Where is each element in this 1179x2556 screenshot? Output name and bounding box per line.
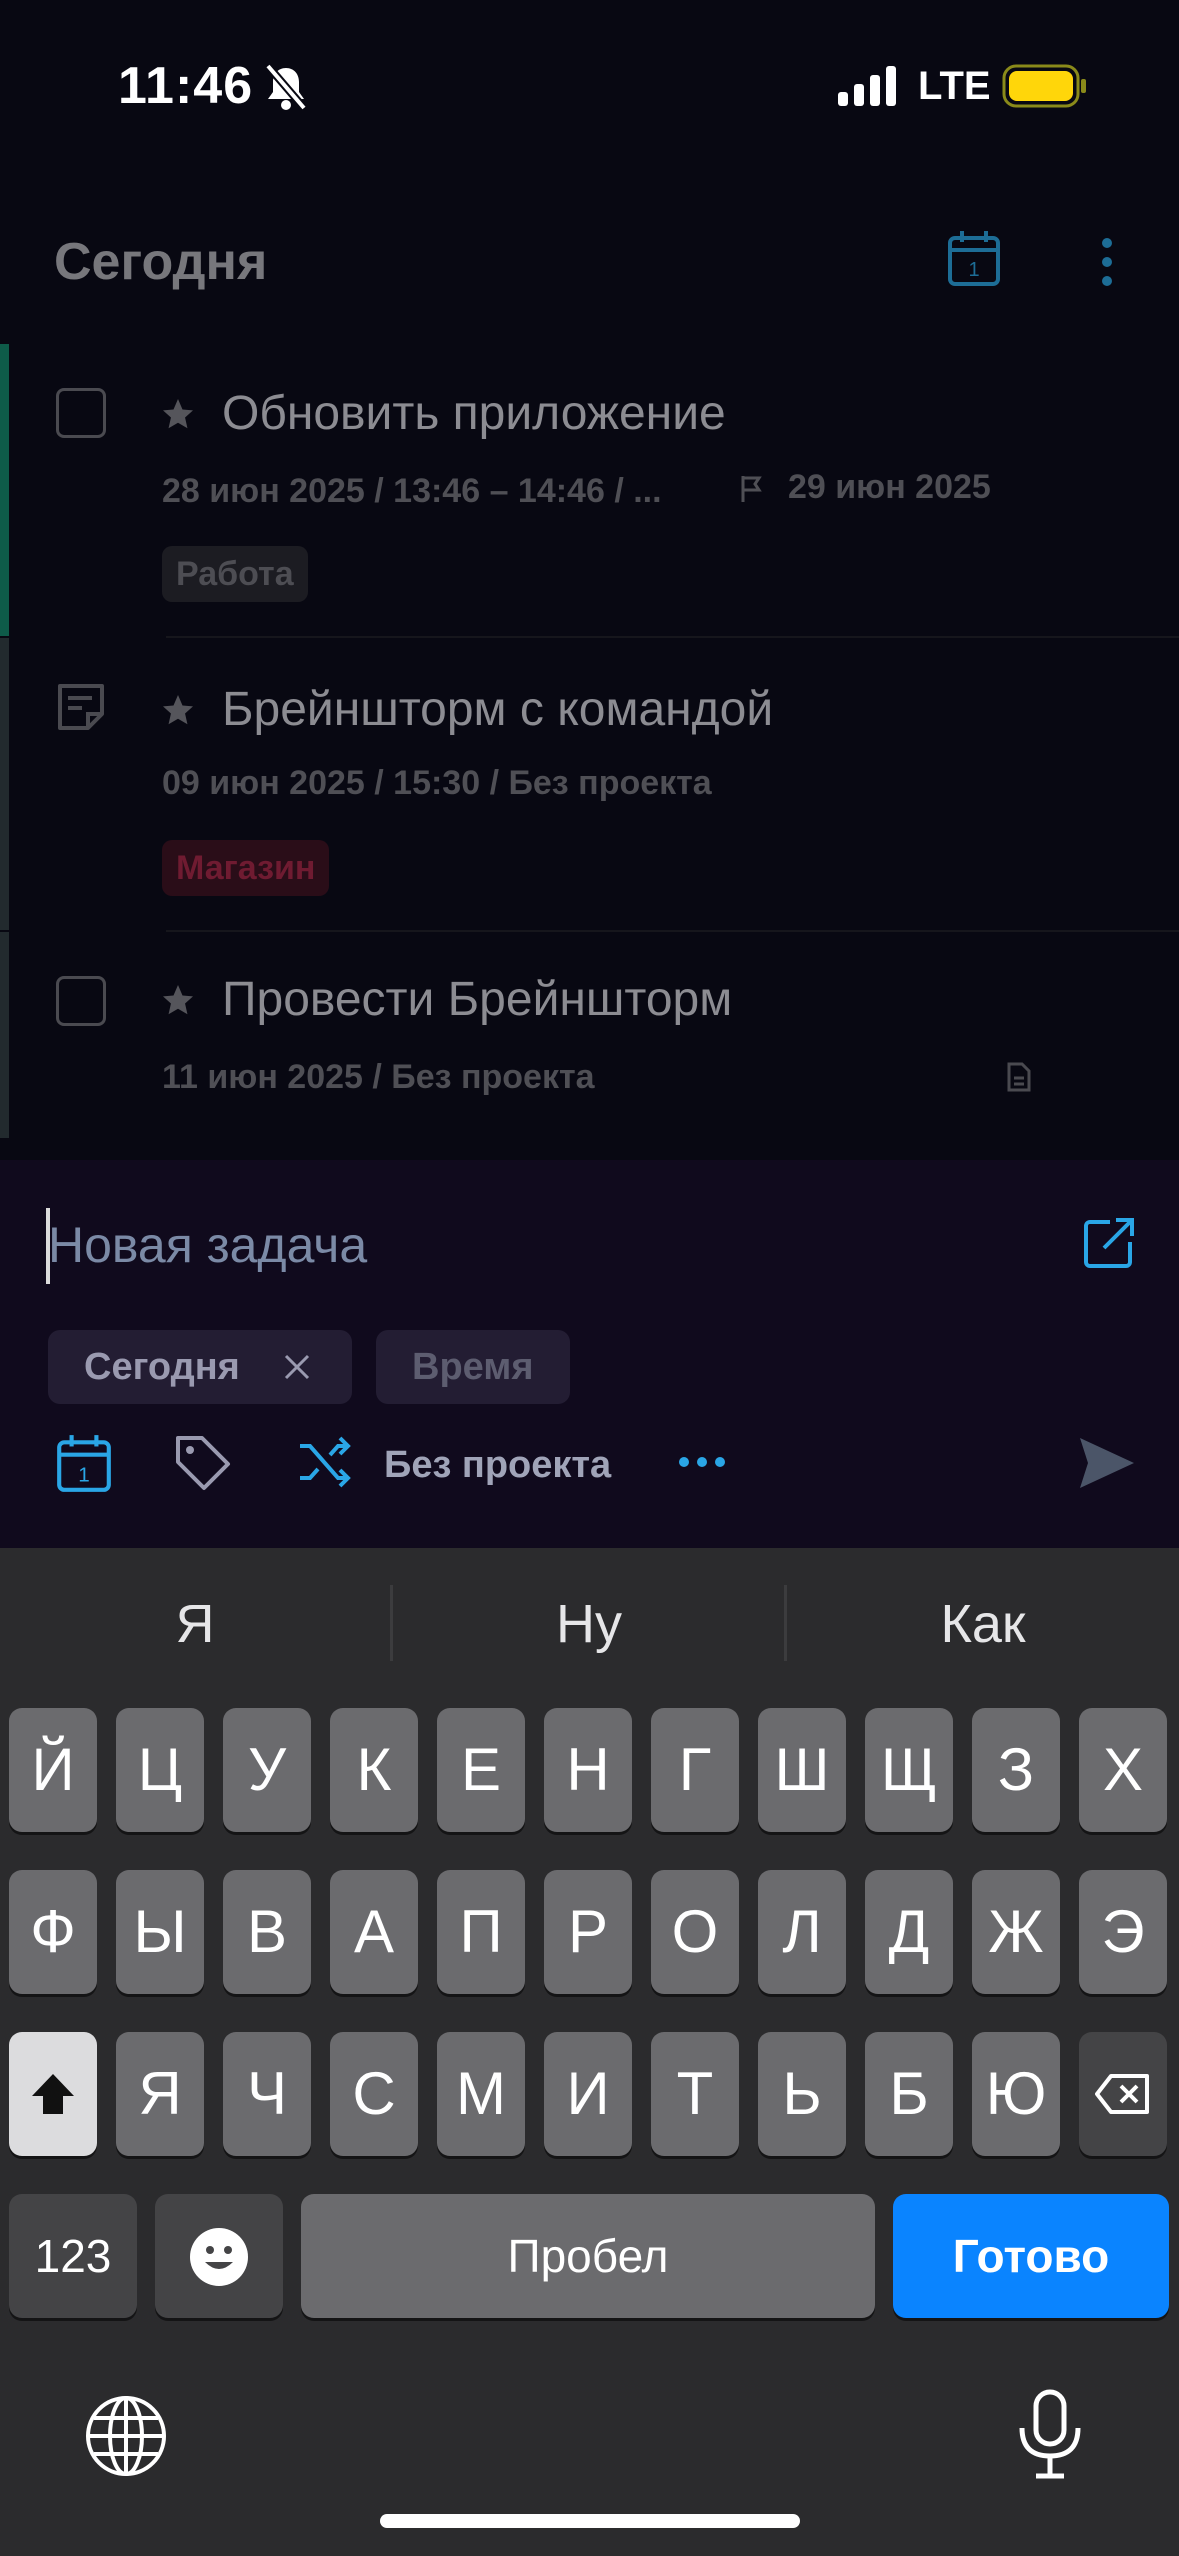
suggestion-separator — [784, 1585, 787, 1661]
signal-icon — [838, 66, 896, 106]
key[interactable]: Д — [865, 1870, 953, 1994]
suggestion[interactable]: Ну — [394, 1593, 784, 1655]
tag-icon[interactable] — [172, 1432, 234, 1494]
key[interactable]: У — [223, 1708, 311, 1832]
suggestion[interactable]: Я — [0, 1593, 390, 1655]
key[interactable]: Ц — [116, 1708, 204, 1832]
document-icon — [1007, 1062, 1031, 1092]
silent-bell-icon — [264, 63, 308, 111]
task-item[interactable]: Обновить приложение 28 июн 2025 / 13:46 … — [0, 344, 1179, 636]
send-icon[interactable] — [1078, 1436, 1136, 1490]
task-item[interactable]: Брейншторм с командой 09 июн 2025 / 15:3… — [0, 638, 1179, 930]
key[interactable]: М — [437, 2032, 525, 2156]
task-meta: 09 июн 2025 / 15:30 / Без проекта — [162, 764, 712, 802]
network-type: LTE — [918, 64, 991, 108]
suggestion[interactable]: Как — [788, 1593, 1178, 1655]
emoji-key[interactable] — [155, 2194, 283, 2318]
task-title: Брейншторм с командой — [222, 683, 774, 736]
note-icon[interactable] — [54, 680, 108, 734]
calendar-icon[interactable]: 1 — [946, 228, 1002, 288]
task-accent-bar — [0, 638, 9, 930]
key[interactable]: Щ — [865, 1708, 953, 1832]
new-task-composer: Новая задача Сегодня Время 1 Без проекта — [0, 1160, 1179, 1550]
task-deadline: 29 июн 2025 — [788, 468, 991, 506]
task-item[interactable]: Провести Брейншторм 11 июн 2025 / Без пр… — [0, 932, 1179, 1138]
task-title: Обновить приложение — [222, 387, 726, 440]
key[interactable]: Ь — [758, 2032, 846, 2156]
home-indicator[interactable] — [380, 2514, 800, 2528]
key[interactable]: Х — [1079, 1708, 1167, 1832]
key[interactable]: И — [544, 2032, 632, 2156]
task-meta: 11 июн 2025 / Без проекта — [162, 1058, 595, 1096]
star-icon[interactable] — [160, 982, 196, 1018]
more-vertical-icon[interactable] — [1096, 236, 1118, 288]
microphone-icon[interactable] — [1016, 2388, 1084, 2480]
backspace-icon — [1095, 2074, 1149, 2114]
close-icon[interactable] — [282, 1352, 312, 1382]
key[interactable]: А — [330, 1870, 418, 1994]
date-picker-icon[interactable]: 1 — [54, 1432, 114, 1494]
task-meta: 28 июн 2025 / 13:46 – 14:46 / ... — [162, 472, 662, 510]
done-key[interactable]: Готово — [893, 2194, 1169, 2318]
battery-icon — [1002, 64, 1086, 108]
key[interactable]: Г — [651, 1708, 739, 1832]
status-time: 11:46 — [118, 57, 254, 115]
backspace-key[interactable] — [1079, 2032, 1167, 2156]
key[interactable]: Е — [437, 1708, 525, 1832]
today-chip[interactable]: Сегодня — [48, 1330, 352, 1404]
numbers-key[interactable]: 123 — [9, 2194, 137, 2318]
shuffle-project-icon[interactable] — [296, 1434, 352, 1490]
key[interactable]: О — [651, 1870, 739, 1994]
key[interactable]: Я — [116, 2032, 204, 2156]
task-title: Провести Брейншторм — [222, 973, 733, 1026]
emoji-icon — [190, 2228, 248, 2286]
key[interactable]: Ж — [972, 1870, 1060, 1994]
svg-text:1: 1 — [968, 259, 979, 281]
task-tag: Работа — [162, 546, 308, 602]
globe-icon[interactable] — [84, 2394, 168, 2478]
expand-external-icon[interactable] — [1080, 1216, 1136, 1272]
task-accent-bar — [0, 344, 9, 636]
page-title: Сегодня — [54, 233, 268, 291]
key[interactable]: Ю — [972, 2032, 1060, 2156]
shift-arrow-icon — [32, 2074, 74, 2114]
task-accent-bar — [0, 932, 9, 1138]
shift-key[interactable] — [9, 2032, 97, 2156]
today-chip-label: Сегодня — [84, 1346, 240, 1388]
star-icon[interactable] — [160, 692, 196, 728]
key[interactable]: Т — [651, 2032, 739, 2156]
key[interactable]: Н — [544, 1708, 632, 1832]
flag-icon — [741, 476, 762, 502]
new-task-input[interactable]: Новая задача — [48, 1216, 367, 1274]
key[interactable]: П — [437, 1870, 525, 1994]
time-chip[interactable]: Время — [376, 1330, 570, 1404]
task-checkbox[interactable] — [56, 976, 106, 1026]
task-checkbox[interactable] — [56, 388, 106, 438]
key[interactable]: Ч — [223, 2032, 311, 2156]
app-screen: { "status_bar": {"time": "11:46", "netwo… — [0, 0, 1179, 2556]
key[interactable]: К — [330, 1708, 418, 1832]
key[interactable]: Р — [544, 1870, 632, 1994]
task-tag: Магазин — [162, 840, 330, 896]
space-key[interactable]: Пробел — [301, 2194, 875, 2318]
star-icon[interactable] — [160, 396, 196, 432]
key[interactable]: Э — [1079, 1870, 1167, 1994]
key[interactable]: Б — [865, 2032, 953, 2156]
key[interactable]: С — [330, 2032, 418, 2156]
time-chip-label: Время — [412, 1346, 534, 1388]
project-selector[interactable]: Без проекта — [384, 1444, 611, 1487]
key[interactable]: Ы — [116, 1870, 204, 1994]
key[interactable]: З — [972, 1708, 1060, 1832]
key[interactable]: В — [223, 1870, 311, 1994]
key[interactable]: Л — [758, 1870, 846, 1994]
suggestion-separator — [390, 1585, 393, 1661]
key[interactable]: Й — [9, 1708, 97, 1832]
key[interactable]: Ф — [9, 1870, 97, 1994]
key[interactable]: Ш — [758, 1708, 846, 1832]
more-horizontal-icon[interactable] — [676, 1454, 728, 1470]
svg-text:1: 1 — [78, 1464, 90, 1487]
